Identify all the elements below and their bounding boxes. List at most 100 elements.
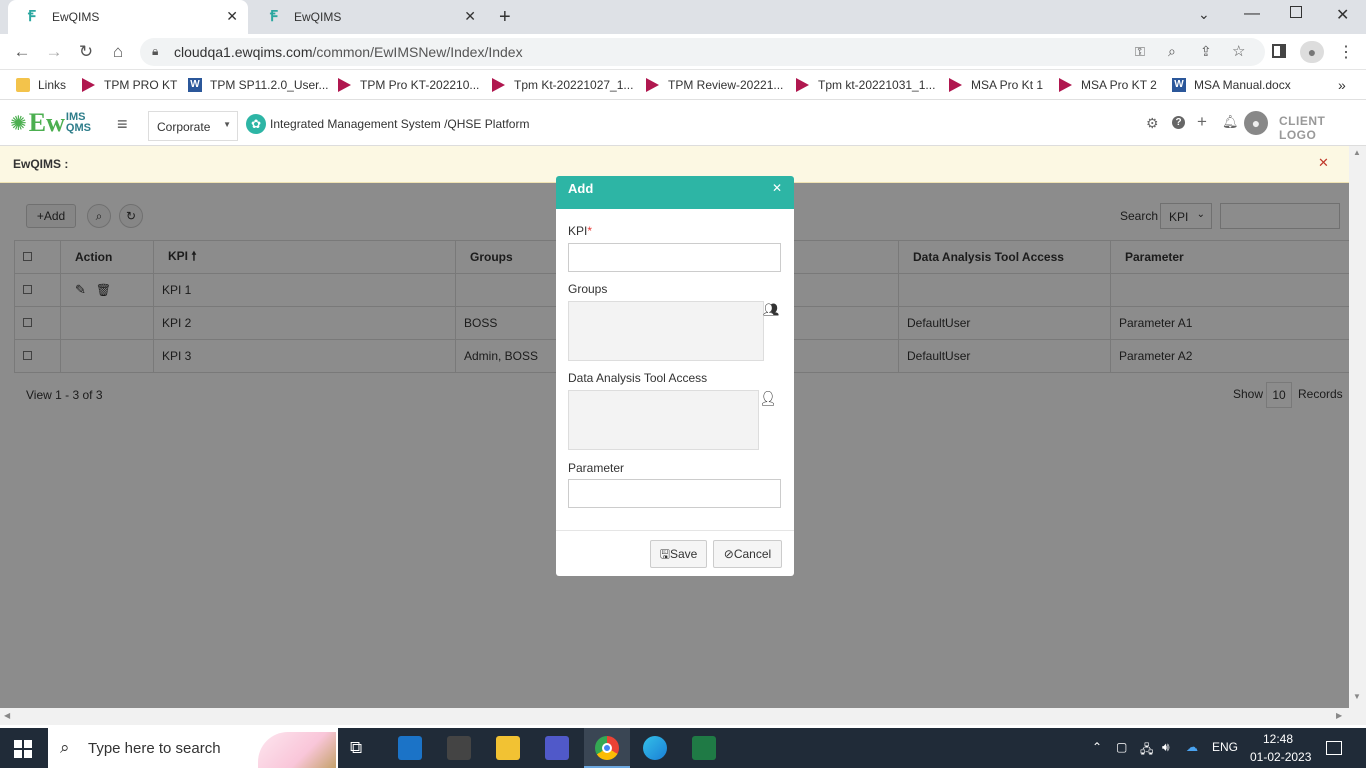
cancel-ban-icon: ⊘ [723, 547, 734, 561]
tab-search-chevron-icon[interactable]: ⌄ [1198, 6, 1210, 23]
ewims-logo[interactable]: ✺ Ew IMS QMS [10, 106, 91, 140]
close-tab-icon[interactable]: ✕ [464, 8, 476, 25]
add-plus-icon[interactable]: + [1197, 112, 1207, 132]
bookmark-item[interactable]: Tpm Kt-20221027_1... [492, 76, 633, 94]
video-icon [82, 78, 96, 92]
bookmark-label: TPM PRO KT [104, 78, 178, 92]
bookmark-item[interactable]: Tpm kt-20221031_1... [796, 76, 935, 94]
ewqims-favicon-icon: Ꞙ [28, 8, 36, 25]
scroll-right-icon[interactable]: ▶ [1336, 711, 1342, 720]
excel-app-icon[interactable] [692, 736, 716, 760]
tray-device-icon[interactable]: ▢ [1116, 740, 1127, 754]
groups-field-label: Groups [568, 282, 608, 296]
profile-avatar-icon[interactable]: ● [1300, 41, 1324, 63]
search-highlight-illustration [258, 732, 336, 768]
site-select[interactable]: Corporate ▼ [148, 111, 238, 141]
tab-title: EwQIMS [52, 10, 100, 24]
minimize-icon[interactable]: — [1244, 5, 1260, 23]
more-bookmarks-icon[interactable]: » [1338, 76, 1346, 94]
notification-center-icon[interactable] [1326, 741, 1342, 755]
kpi-input[interactable] [568, 243, 781, 272]
site-select-value: Corporate [157, 120, 211, 134]
store-app-icon[interactable] [447, 736, 471, 760]
bookmark-label: MSA Pro KT 2 [1081, 78, 1157, 92]
chrome-icon-center [602, 743, 612, 753]
back-icon[interactable]: ← [12, 42, 32, 62]
bookmark-item[interactable]: W TPM SP11.2.0_User... [188, 76, 329, 94]
bookmark-links[interactable]: Links [16, 76, 66, 94]
close-tab-icon[interactable]: ✕ [226, 8, 238, 25]
language-indicator[interactable]: ENG [1212, 740, 1238, 754]
network-icon[interactable]: 🖧︎ [1140, 740, 1153, 761]
notice-text: EwQIMS : [13, 157, 69, 171]
bookmark-item[interactable]: TPM Review-20221... [646, 76, 783, 94]
settings-gear-icon[interactable]: ⚙ [1146, 115, 1159, 132]
bookmark-item[interactable]: MSA Pro Kt 1 [949, 76, 1043, 94]
cancel-button-label: Cancel [733, 547, 772, 561]
task-view-icon[interactable]: ⧉ [350, 738, 362, 758]
logo-qms-text: QMS [65, 122, 91, 134]
side-panel-icon[interactable] [1272, 44, 1286, 58]
bookmark-label: TPM Review-20221... [668, 78, 784, 92]
url-path: /common/EwIMSNew/Index/Index [312, 44, 523, 60]
word-icon: W [1172, 78, 1186, 92]
vertical-scrollbar[interactable]: ▲ ▼ [1349, 146, 1366, 708]
browser-tab-2[interactable]: Ꞙ EwQIMS ✕ [250, 0, 486, 34]
required-mark: * [587, 224, 593, 238]
browser-tab-1[interactable]: Ꞙ EwQIMS ✕ [8, 0, 248, 34]
bookmark-star-icon[interactable]: ☆ [1232, 42, 1245, 60]
share-icon[interactable]: ⇪ [1200, 43, 1212, 60]
bookmark-item[interactable]: TPM Pro KT-202210... [338, 76, 479, 94]
help-icon[interactable]: ? [1172, 116, 1185, 129]
edge-browser-icon[interactable] [643, 736, 667, 760]
address-bar[interactable]: 🔒︎ cloudqa1.ewqims.com/common/EwIMSNew/I… [140, 38, 1265, 66]
bookmark-item[interactable]: TPM PRO KT [82, 76, 177, 94]
bookmark-label: TPM Pro KT-202210... [360, 78, 480, 92]
save-disk-icon: 🖫 [659, 547, 670, 561]
logo-main-text: Ew [28, 108, 65, 137]
clock-time[interactable]: 12:48 [1263, 732, 1293, 746]
forward-icon[interactable]: → [44, 42, 64, 62]
video-icon [492, 78, 506, 92]
new-tab-icon[interactable]: + [499, 6, 511, 29]
notice-close-icon[interactable]: ✕ [1318, 155, 1329, 171]
zoom-icon[interactable]: ⌕ [1168, 43, 1176, 60]
add-user-icon[interactable]: 👤︎ [759, 390, 777, 407]
hamburger-menu-icon[interactable]: ≡ [117, 114, 128, 135]
mail-app-icon[interactable] [398, 736, 422, 760]
scroll-down-icon[interactable]: ▼ [1353, 692, 1361, 701]
word-icon: W [188, 78, 202, 92]
save-button[interactable]: 🖫Save [650, 540, 707, 568]
access-list-box[interactable] [568, 390, 759, 450]
notification-bell-icon[interactable]: 🔔︎ [1222, 114, 1239, 130]
groups-list-box[interactable] [568, 301, 764, 361]
teams-app-icon[interactable] [545, 736, 569, 760]
onedrive-cloud-icon[interactable]: ☁ [1186, 740, 1198, 754]
chrome-taskbar-button[interactable] [584, 728, 630, 768]
logo-sun-icon: ✺ [10, 112, 27, 135]
bookmark-item[interactable]: MSA Pro KT 2 [1059, 76, 1157, 94]
clock-date[interactable]: 01-02-2023 [1250, 750, 1311, 764]
bookmark-item[interactable]: W MSA Manual.docx [1172, 76, 1291, 94]
user-avatar-icon[interactable]: ● [1244, 111, 1268, 135]
tray-chevron-up-icon[interactable]: ⌃ [1092, 740, 1102, 754]
restore-icon[interactable] [1290, 6, 1302, 18]
access-field-label: Data Analysis Tool Access [568, 371, 708, 385]
scroll-up-icon[interactable]: ▲ [1353, 148, 1361, 157]
taskbar-search-box[interactable]: ⌕ Type here to search [48, 728, 338, 768]
home-icon[interactable]: ⌂ [108, 42, 128, 62]
cancel-button[interactable]: ⊘Cancel [713, 540, 782, 568]
horizontal-scrollbar[interactable]: ◀ ▶ [0, 708, 1366, 725]
kpi-label-text: KPI [568, 224, 588, 238]
reload-icon[interactable]: ↻ [76, 42, 96, 62]
dialog-close-icon[interactable]: ✕ [772, 181, 782, 195]
parameter-input[interactable] [568, 479, 781, 508]
select-group-users-icon[interactable]: 👥︎ [763, 302, 780, 318]
browser-menu-icon[interactable]: ⋮ [1338, 42, 1354, 62]
windows-start-icon[interactable] [14, 740, 32, 758]
key-icon[interactable]: ⚿ [1135, 44, 1145, 60]
volume-icon[interactable]: 🔊︎ [1162, 740, 1170, 755]
scroll-left-icon[interactable]: ◀ [4, 711, 10, 720]
file-explorer-icon[interactable] [496, 736, 520, 760]
close-window-icon[interactable]: ✕ [1336, 5, 1349, 25]
